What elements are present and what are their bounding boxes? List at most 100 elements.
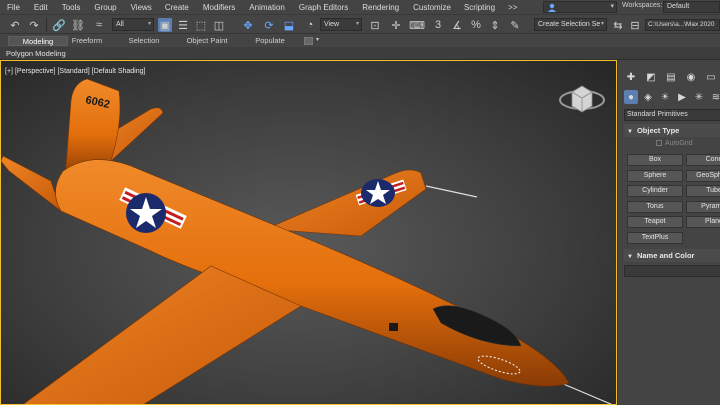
- mirror-icon[interactable]: ⇆: [611, 18, 625, 32]
- link-icon[interactable]: 🔗: [52, 18, 66, 32]
- viewport-pov-label[interactable]: [Perspective]: [15, 68, 55, 75]
- aircraft-model[interactable]: 6062: [1, 61, 617, 405]
- box-button[interactable]: Box: [627, 154, 683, 166]
- edit-named-selection-icon[interactable]: ✎: [508, 18, 522, 32]
- viewport-label[interactable]: [+] [Perspective] [Standard] [Default Shadi…: [5, 68, 147, 75]
- shapes-icon[interactable]: ◈: [641, 90, 655, 104]
- tube-button[interactable]: Tube: [686, 185, 720, 197]
- window-crossing-icon[interactable]: ◫: [212, 18, 226, 32]
- pyramid-button[interactable]: Pyramid: [686, 201, 720, 213]
- workspace-dropdown[interactable]: Default: [663, 1, 720, 13]
- menu-modifiers[interactable]: Modifiers: [203, 3, 235, 12]
- modify-tab-icon[interactable]: ◩: [644, 70, 658, 84]
- name-and-color-rollout[interactable]: ▼ Name and Color: [624, 249, 720, 262]
- chevron-down-icon[interactable]: ▾: [316, 36, 319, 43]
- motion-tab-icon[interactable]: ◉: [684, 70, 698, 84]
- selection-filter-value: All: [116, 21, 124, 28]
- textplus-button[interactable]: TextPlus: [627, 232, 683, 244]
- autogrid-label: AutoGrid: [665, 140, 693, 147]
- toolbar-divider: [46, 18, 47, 32]
- display-tab-icon[interactable]: ▭: [704, 70, 718, 84]
- menu-customize[interactable]: Customize: [413, 3, 451, 12]
- unlink-icon[interactable]: ⛓: [71, 18, 85, 32]
- percent-snap-icon[interactable]: %: [469, 18, 483, 32]
- chevron-down-icon: ▾: [610, 3, 614, 10]
- ribbon-panel: Polygon Modeling: [0, 47, 720, 60]
- rectangular-selection-icon[interactable]: ⬚: [194, 18, 208, 32]
- geosphere-button[interactable]: GeoSphere: [686, 170, 720, 182]
- tab-populate[interactable]: Populate: [250, 36, 290, 46]
- tab-freeform[interactable]: Freeform: [68, 36, 106, 46]
- tab-selection[interactable]: Selection: [122, 36, 166, 46]
- menu-graph-editors[interactable]: Graph Editors: [299, 3, 348, 12]
- menu-edit[interactable]: Edit: [34, 3, 48, 12]
- menu-views[interactable]: Views: [131, 3, 152, 12]
- menu-rendering[interactable]: Rendering: [362, 3, 399, 12]
- object-type-rollout[interactable]: ▼ Object Type: [624, 124, 720, 137]
- project-path-field[interactable]: C:\Users\a...\Max 2020: [645, 19, 720, 31]
- chevron-down-icon: ▾: [355, 21, 359, 27]
- cone-button[interactable]: Cone: [686, 154, 720, 166]
- perspective-viewport[interactable]: 6062 [+] [Perspective] [Standard] [Default …: [0, 60, 617, 405]
- menu-tools[interactable]: Tools: [62, 3, 81, 12]
- viewport-standard-label[interactable]: [Standard]: [57, 68, 89, 75]
- menu-animation[interactable]: Animation: [249, 3, 285, 12]
- rollout-expanded-icon: ▼: [627, 129, 633, 135]
- menu-group[interactable]: Group: [94, 3, 116, 12]
- autogrid-checkbox[interactable]: AutoGrid: [656, 140, 693, 147]
- bind-space-warp-icon[interactable]: ≈: [92, 18, 106, 32]
- nose-probe: [560, 382, 613, 404]
- viewcube-widget[interactable]: [557, 78, 607, 118]
- reference-coordinate-value: View: [324, 21, 340, 28]
- keyboard-shortcut-override-icon[interactable]: ⌨: [409, 18, 425, 32]
- ribbon-minimize-icon[interactable]: [304, 37, 313, 45]
- spacewarps-icon[interactable]: ≋: [709, 90, 720, 104]
- hierarchy-tab-icon[interactable]: ▤: [664, 70, 678, 84]
- selection-filter-dropdown[interactable]: All ▾: [112, 18, 154, 31]
- viewport-menu-label[interactable]: [+]: [5, 68, 13, 75]
- tab-object-paint[interactable]: Object Paint: [184, 36, 230, 46]
- select-object-icon[interactable]: ▣: [158, 18, 172, 32]
- tab-modeling[interactable]: Modeling: [8, 36, 68, 46]
- user-account-dropdown[interactable]: ▾: [543, 1, 617, 13]
- named-selection-set-dropdown[interactable]: Create Selection Se ▾: [534, 18, 607, 31]
- user-icon: [548, 3, 556, 12]
- cylinder-button[interactable]: Cylinder: [627, 185, 683, 197]
- redo-icon[interactable]: ↷: [27, 18, 41, 32]
- placement-icon[interactable]: ◔: [303, 18, 317, 32]
- geometry-icon[interactable]: ●: [624, 90, 638, 104]
- menu-scripting[interactable]: Scripting: [464, 3, 495, 12]
- select-and-manipulate-icon[interactable]: ✛: [389, 18, 403, 32]
- pivot-center-icon[interactable]: ⊡: [368, 18, 382, 32]
- command-panel: ✚ ◩ ▤ ◉ ▭ ● ◈ ☀ ▶ ✳ ≋ Standard Primitive…: [617, 60, 720, 405]
- snaps-toggle-icon[interactable]: 3: [431, 18, 445, 32]
- menu-create[interactable]: Create: [165, 3, 189, 12]
- viewport-shading-label[interactable]: [Default Shading]: [92, 68, 146, 75]
- command-panel-tabs: ✚ ◩ ▤ ◉ ▭: [618, 68, 720, 86]
- angle-snap-icon[interactable]: ∡: [450, 18, 464, 32]
- select-by-name-icon[interactable]: ☰: [176, 18, 190, 32]
- create-tab-icon[interactable]: ✚: [624, 70, 638, 84]
- rotate-icon[interactable]: ⟳: [262, 18, 276, 32]
- left-stabilizer: [1, 155, 62, 212]
- teapot-button[interactable]: Teapot: [627, 216, 683, 228]
- menu-file[interactable]: File: [7, 3, 20, 12]
- primitive-category-dropdown[interactable]: Standard Primitives: [624, 109, 720, 121]
- move-icon[interactable]: ✥: [241, 18, 255, 32]
- helpers-icon[interactable]: ✳: [692, 90, 706, 104]
- plane-button[interactable]: Plane: [686, 216, 720, 228]
- align-icon[interactable]: ⊟: [628, 18, 642, 32]
- scale-icon[interactable]: ⬓: [282, 18, 296, 32]
- cameras-icon[interactable]: ▶: [675, 90, 689, 104]
- lights-icon[interactable]: ☀: [658, 90, 672, 104]
- polygon-modeling-label[interactable]: Polygon Modeling: [6, 49, 66, 58]
- reference-coordinate-dropdown[interactable]: View ▾: [320, 18, 362, 31]
- undo-icon[interactable]: ↶: [8, 18, 22, 32]
- menu-more[interactable]: >>: [508, 3, 517, 12]
- object-name-field[interactable]: [624, 265, 720, 277]
- create-categories: ● ◈ ☀ ▶ ✳ ≋: [618, 88, 720, 106]
- workspaces-label: Workspaces:: [622, 2, 663, 9]
- spinner-snap-icon[interactable]: ⇕: [488, 18, 502, 32]
- torus-button[interactable]: Torus: [627, 201, 683, 213]
- sphere-button[interactable]: Sphere: [627, 170, 683, 182]
